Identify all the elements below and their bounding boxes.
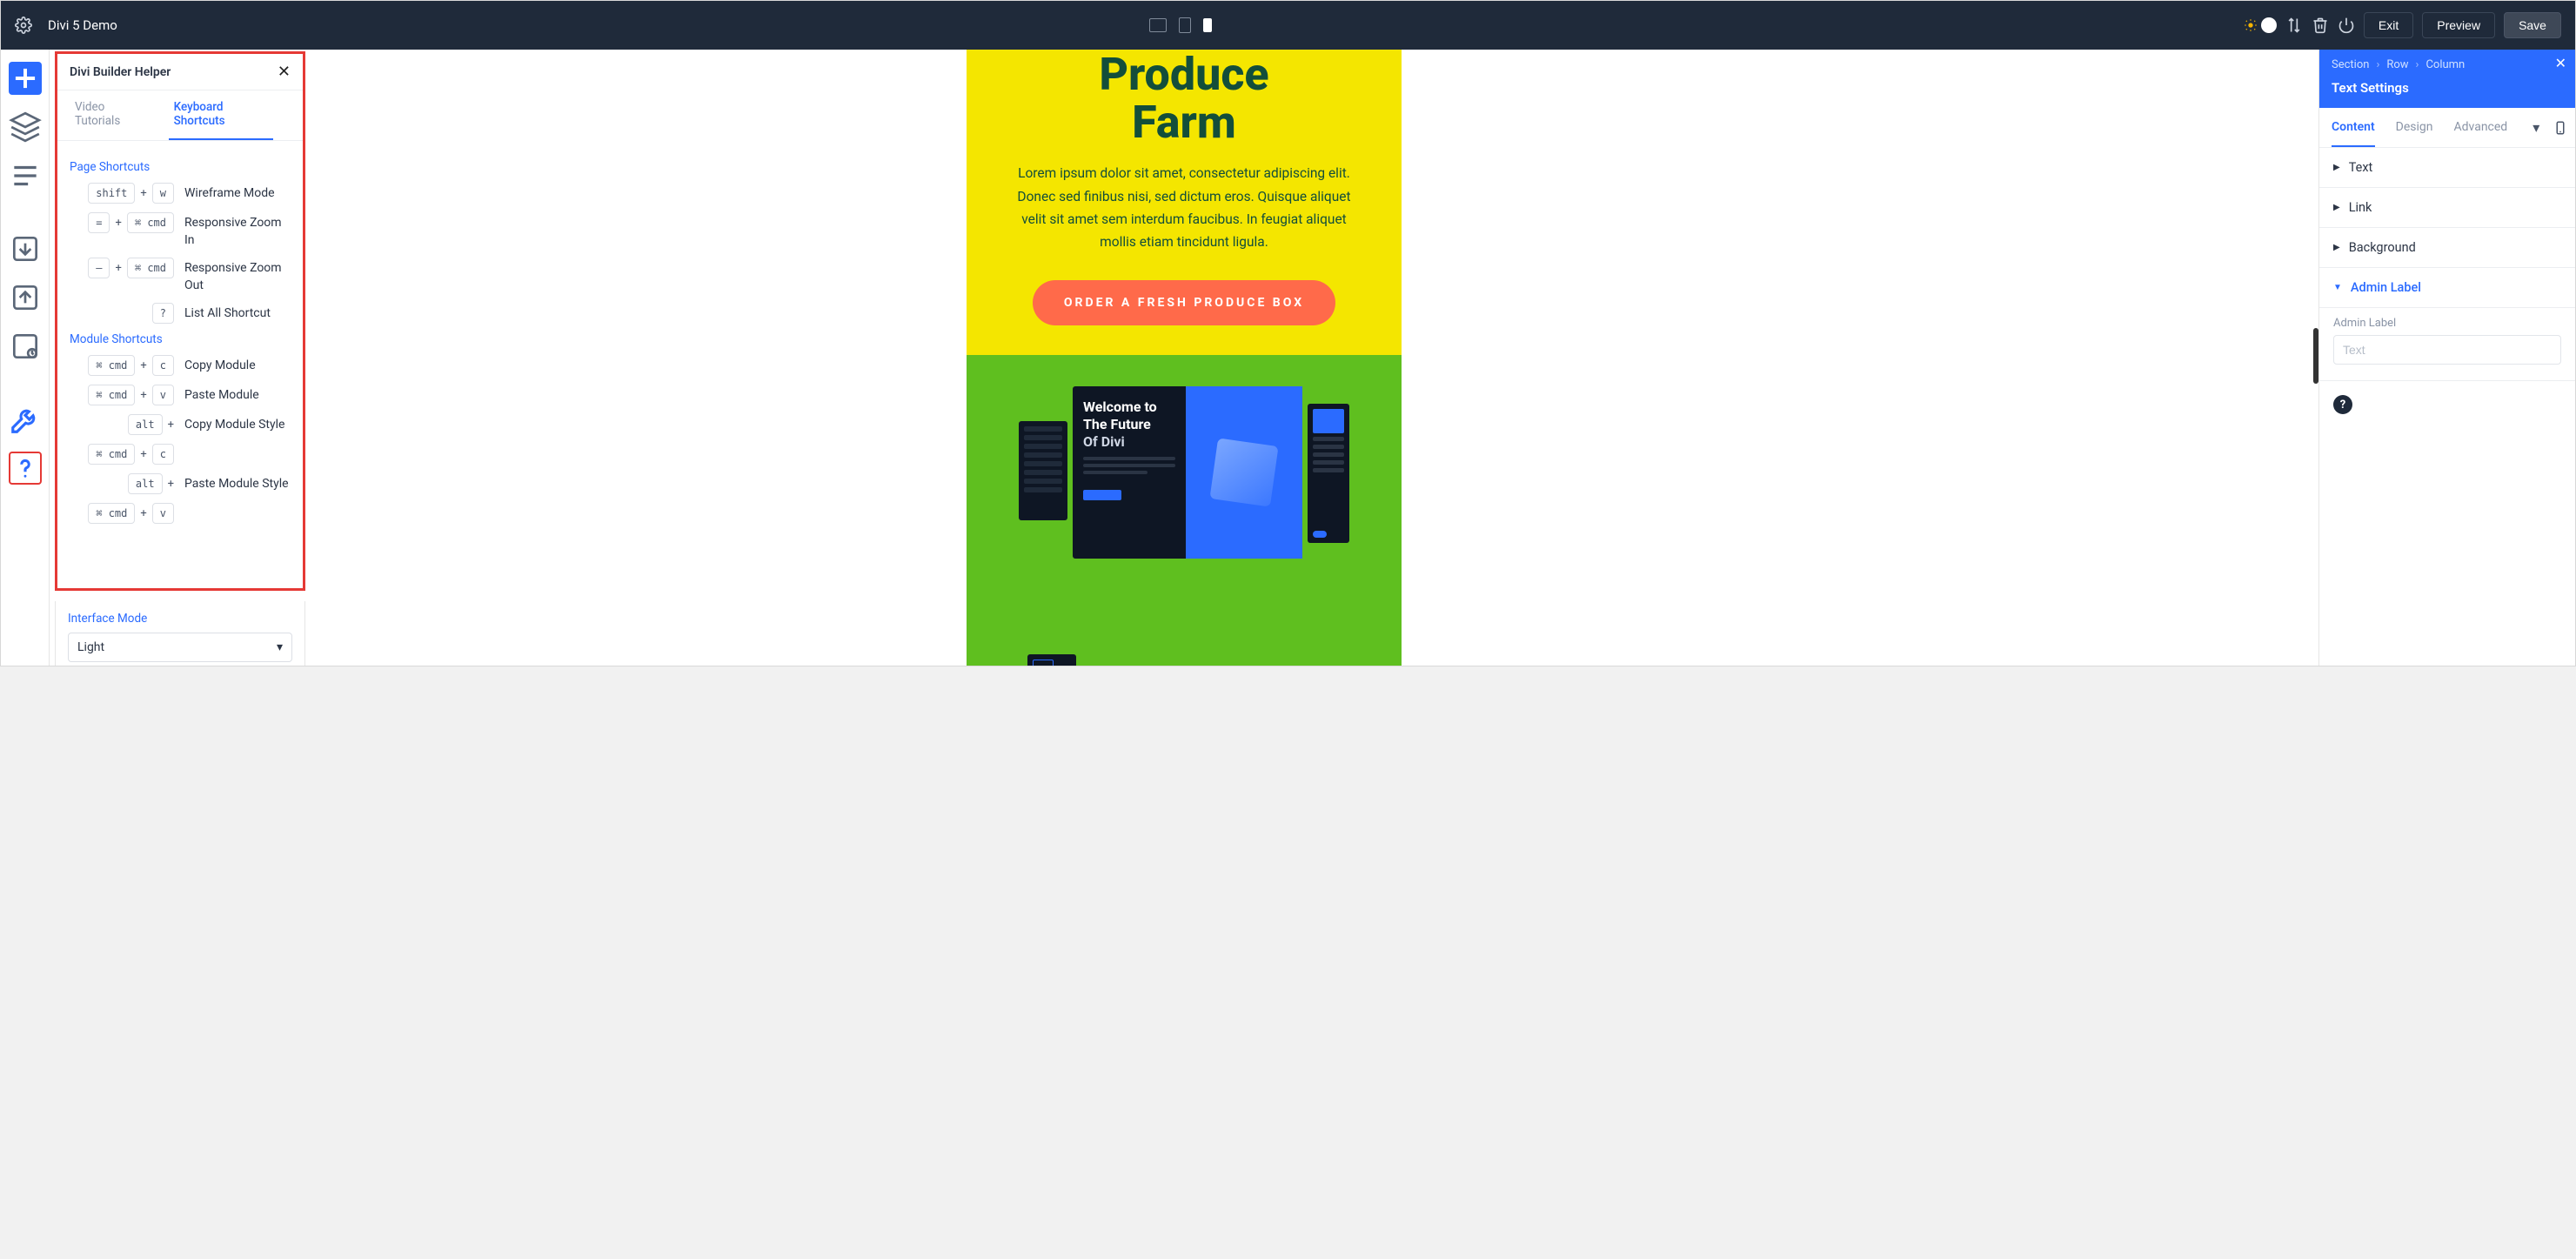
key-minus: – [88, 258, 110, 278]
close-icon[interactable]: ✕ [278, 63, 291, 81]
promo-line2: The Future [1083, 416, 1175, 433]
viewport-switcher [1149, 17, 1212, 33]
history-icon[interactable] [9, 330, 42, 363]
settings-title: Text Settings [2319, 75, 2575, 108]
key-w: w [152, 183, 174, 204]
shortcut-zoom-in: Responsive Zoom In [184, 212, 291, 249]
module-shortcuts-heading: Module Shortcuts [70, 332, 291, 346]
promo-mini-button [1083, 490, 1121, 500]
tab-keyboard-shortcuts[interactable]: Keyboard Shortcuts [169, 90, 273, 140]
helper-panel: Divi Builder Helper ✕ Video Tutorials Ke… [55, 51, 305, 591]
key-alt: alt [128, 473, 163, 494]
crumb-row[interactable]: Row [2386, 58, 2408, 71]
section-admin-label-label: Admin Label [2351, 280, 2421, 295]
shortcut-copy-style: Copy Module Style [184, 414, 284, 434]
ui-mock-panel-lower [1027, 654, 1076, 666]
settings-panel: Section › Row › Column ✕ Text Settings C… [2318, 50, 2575, 666]
page-title: Divi 5 Demo [48, 17, 117, 33]
settings-gear-icon[interactable] [15, 17, 32, 34]
help-icon[interactable]: ? [2333, 395, 2352, 414]
key-c: c [152, 444, 174, 465]
key-shift: shift [88, 183, 135, 204]
layers-icon[interactable] [9, 110, 42, 144]
shortcut-paste-module: Paste Module [184, 385, 259, 405]
shortcut-zoom-out: Responsive Zoom Out [184, 258, 291, 294]
import-icon[interactable] [9, 232, 42, 265]
helper-title: Divi Builder Helper [70, 65, 171, 79]
top-bar: Divi 5 Demo Exit Preview [1, 1, 2575, 50]
tab-video-tutorials[interactable]: Video Tutorials [70, 90, 151, 140]
help-button[interactable] [9, 452, 42, 485]
export-icon[interactable] [9, 281, 42, 314]
tab-advanced[interactable]: Advanced [2454, 108, 2508, 147]
trash-icon[interactable] [2312, 17, 2329, 34]
chevron-down-icon[interactable]: ▾ [2528, 120, 2544, 136]
key-c: c [152, 355, 174, 376]
crumb-column[interactable]: Column [2425, 58, 2465, 71]
key-question: ? [152, 303, 174, 324]
shortcut-list-all: List All Shortcut [184, 303, 271, 323]
shortcut-paste-style: Paste Module Style [184, 473, 289, 493]
theme-toggle-knob [2261, 17, 2277, 33]
key-cmd: ⌘ cmd [127, 212, 174, 233]
device-phone-icon[interactable] [2553, 120, 2568, 136]
sort-icon[interactable] [2285, 17, 2303, 34]
section-admin-label[interactable]: ▼ Admin Label [2319, 268, 2575, 308]
sun-icon [2244, 18, 2258, 32]
tab-content[interactable]: Content [2332, 108, 2375, 147]
cube-graphic [1209, 438, 1278, 506]
mobile-preview: Produce Farm Lorem ipsum dolor sit amet,… [967, 50, 1402, 666]
section-text[interactable]: ▶ Text [2319, 148, 2575, 188]
key-cmd: ⌘ cmd [88, 444, 135, 465]
power-icon[interactable] [2338, 17, 2355, 34]
promo-section: Welcome to The Future Of Divi [967, 355, 1402, 666]
hero-title: Produce Farm [1099, 50, 1268, 146]
crumb-section[interactable]: Section [2332, 58, 2369, 71]
promo-line1: Welcome to [1083, 398, 1175, 416]
admin-label-input[interactable] [2333, 335, 2561, 365]
section-link-label: Link [2349, 200, 2372, 215]
section-background-label: Background [2349, 240, 2416, 255]
add-button[interactable] [9, 62, 42, 95]
ui-mock-panel-right [1308, 404, 1349, 543]
shortcut-wireframe: Wireframe Mode [184, 183, 275, 203]
viewport-phone-button[interactable] [1203, 18, 1212, 32]
key-alt: alt [128, 414, 163, 435]
cta-button[interactable]: ORDER A FRESH PRODUCE BOX [1033, 280, 1335, 325]
key-cmd: ⌘ cmd [88, 385, 135, 405]
save-button[interactable]: Save [2504, 12, 2561, 38]
close-icon[interactable]: ✕ [2555, 55, 2566, 71]
preview-button[interactable]: Preview [2422, 12, 2495, 38]
exit-button[interactable]: Exit [2364, 12, 2413, 38]
section-text-label: Text [2349, 160, 2373, 175]
hero-paragraph: Lorem ipsum dolor sit amet, consectetur … [967, 146, 1402, 279]
breadcrumb: Section › Row › Column ✕ [2319, 50, 2575, 75]
viewport-tablet-button[interactable] [1179, 17, 1191, 33]
key-v: v [152, 385, 174, 405]
key-cmd: ⌘ cmd [88, 355, 135, 376]
ui-mock-panel-left [1019, 421, 1067, 520]
section-link[interactable]: ▶ Link [2319, 188, 2575, 228]
key-equals: = [88, 212, 110, 233]
tab-design[interactable]: Design [2396, 108, 2433, 147]
key-cmd: ⌘ cmd [88, 503, 135, 524]
list-icon[interactable] [9, 159, 42, 192]
shortcut-copy-module: Copy Module [184, 355, 256, 375]
section-background[interactable]: ▶ Background [2319, 228, 2575, 268]
viewport-desktop-button[interactable] [1149, 18, 1167, 32]
left-toolbar [1, 50, 50, 666]
key-v: v [152, 503, 174, 524]
key-cmd: ⌘ cmd [127, 258, 174, 278]
tools-icon[interactable] [9, 403, 42, 436]
scrollbar-thumb[interactable] [2313, 328, 2318, 384]
page-shortcuts-heading: Page Shortcuts [70, 160, 291, 174]
promo-line3: Of Divi [1083, 433, 1175, 450]
ui-mock-panel-main: Welcome to The Future Of Divi [1073, 386, 1302, 559]
canvas[interactable]: Produce Farm Lorem ipsum dolor sit amet,… [50, 50, 2318, 666]
admin-label-field-label: Admin Label [2333, 317, 2561, 330]
theme-toggle[interactable] [2244, 17, 2277, 33]
